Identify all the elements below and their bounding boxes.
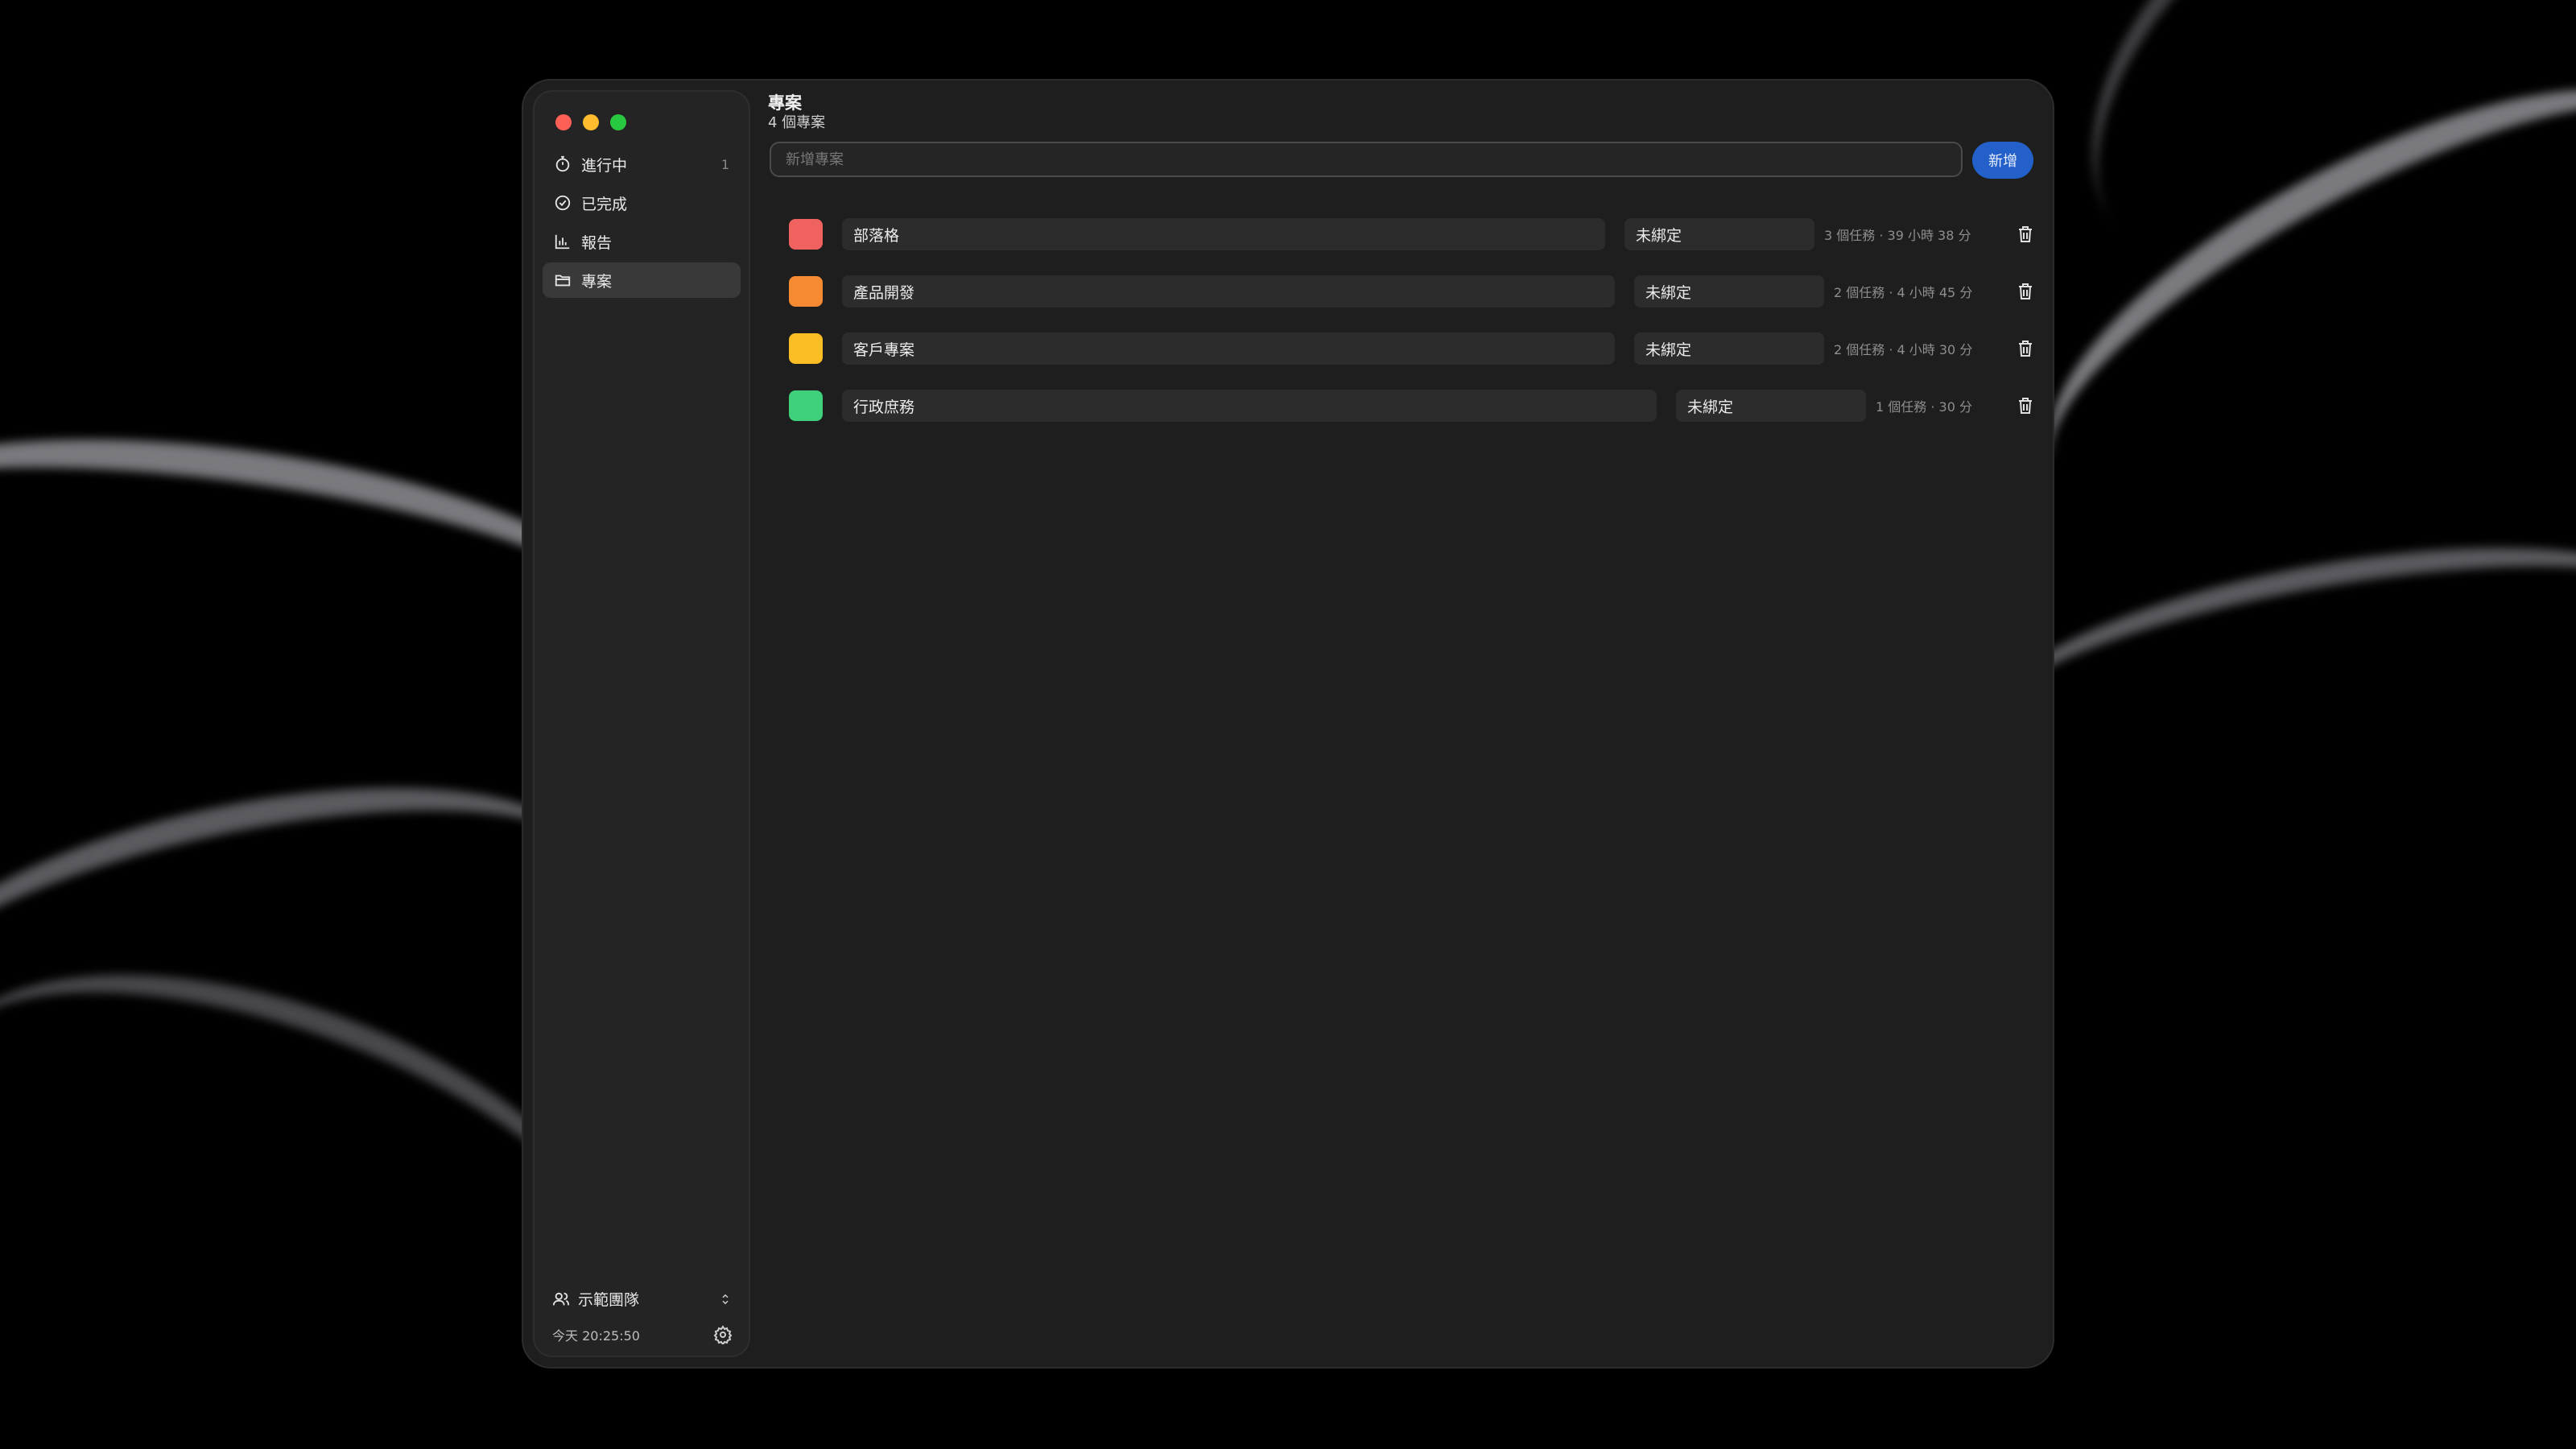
project-name-field[interactable]: 部落格 [842, 218, 1605, 250]
project-meta: 2 個任務 · 4 小時 45 分 [1834, 285, 1973, 300]
minimize-window-button[interactable] [583, 114, 599, 130]
trash-icon[interactable] [2016, 339, 2035, 358]
main-content: 專案 4 個專案 新增 部落格 未綁定 3 個任務 · 39 小時 38 分 產… [766, 80, 2053, 1367]
project-name-field[interactable]: 產品開發 [842, 275, 1615, 308]
project-name-field[interactable]: 行政庶務 [842, 390, 1657, 422]
users-icon [552, 1292, 570, 1305]
trash-icon[interactable] [2016, 396, 2035, 415]
sidebar-item-projects[interactable]: 專案 [543, 262, 741, 298]
timer-icon [555, 155, 570, 172]
sidebar-item-label: 專案 [581, 272, 613, 291]
sidebar-item-label: 進行中 [581, 156, 628, 175]
binding-select[interactable]: 未綁定 [1634, 275, 1824, 308]
sidebar-footer: 今天 20:25:50 [552, 1325, 733, 1344]
gear-icon[interactable] [713, 1325, 733, 1344]
project-name-field[interactable]: 客戶專案 [842, 332, 1615, 365]
list-item: 產品開發 未綁定 2 個任務 · 4 小時 45 分 [789, 271, 2035, 312]
binding-select[interactable]: 未綁定 [1676, 390, 1866, 422]
bar-chart-icon [555, 234, 570, 250]
sidebar-item-in-progress[interactable]: 進行中 1 [543, 147, 741, 182]
color-swatch[interactable] [789, 219, 823, 250]
team-name: 示範團隊 [578, 1291, 640, 1309]
check-circle-icon [555, 195, 571, 211]
trash-icon[interactable] [2016, 282, 2035, 301]
zoom-window-button[interactable] [610, 114, 626, 130]
chevron-up-down-icon [722, 1294, 729, 1304]
team-switcher[interactable]: 示範團隊 [552, 1288, 733, 1310]
binding-select[interactable]: 未綁定 [1624, 218, 1814, 250]
project-count: 4 個專案 [768, 114, 826, 131]
list-item: 行政庶務 未綁定 1 個任務 · 30 分 [789, 386, 2035, 426]
binding-select[interactable]: 未綁定 [1634, 332, 1824, 365]
sidebar-item-completed[interactable]: 已完成 [543, 185, 741, 221]
project-meta: 2 個任務 · 4 小時 30 分 [1834, 342, 1973, 357]
list-item: 客戶專案 未綁定 2 個任務 · 4 小時 30 分 [789, 328, 2035, 369]
sidebar-item-reports[interactable]: 報告 [543, 224, 741, 259]
app-window: 進行中 1 已完成 報告 專案 示範團隊 今天 20:25:50 專案 4 個專… [523, 80, 2053, 1367]
color-swatch[interactable] [789, 390, 823, 421]
new-project-input[interactable] [770, 142, 1963, 177]
add-project-button[interactable]: 新增 [1972, 142, 2033, 179]
project-list: 部落格 未綁定 3 個任務 · 39 小時 38 分 產品開發 未綁定 2 個任… [789, 214, 2035, 443]
close-window-button[interactable] [555, 114, 572, 130]
project-meta: 3 個任務 · 39 小時 38 分 [1824, 228, 1971, 243]
list-item: 部落格 未綁定 3 個任務 · 39 小時 38 分 [789, 214, 2035, 254]
window-controls [555, 114, 626, 130]
sidebar-item-label: 報告 [581, 233, 613, 252]
color-swatch[interactable] [789, 276, 823, 307]
sidebar-item-label: 已完成 [581, 195, 628, 213]
sidebar-item-count: 1 [720, 156, 729, 172]
sidebar-nav: 進行中 1 已完成 報告 專案 [543, 147, 741, 301]
project-meta: 1 個任務 · 30 分 [1876, 399, 1972, 415]
sidebar: 進行中 1 已完成 報告 專案 示範團隊 今天 20:25:50 [533, 90, 750, 1357]
trash-icon[interactable] [2016, 225, 2035, 244]
current-time: 今天 20:25:50 [552, 1328, 640, 1344]
folder-icon [555, 275, 571, 287]
color-swatch[interactable] [789, 333, 823, 364]
